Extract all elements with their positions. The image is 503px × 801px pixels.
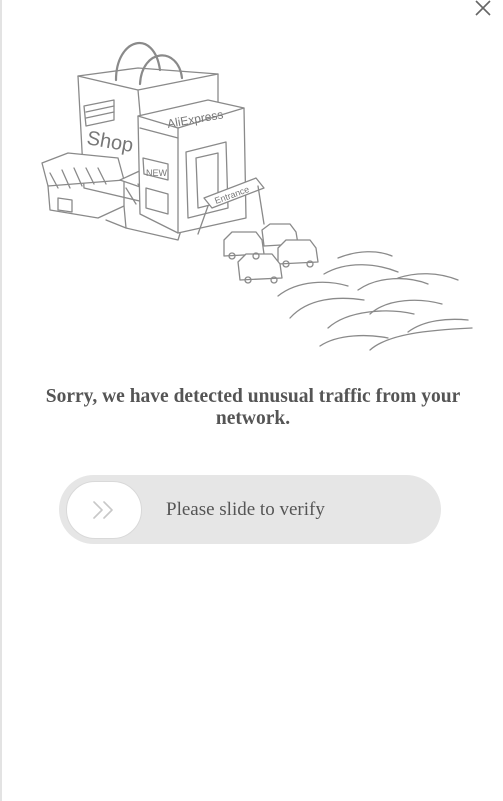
dialog-border — [0, 0, 2, 801]
verify-slider[interactable]: Please slide to verify — [59, 475, 441, 544]
shop-traffic-illustration: Shop AliExpress NEW Entrance — [41, 42, 473, 351]
close-button[interactable] — [472, 0, 494, 19]
double-chevron-right-icon — [93, 501, 113, 519]
slider-label: Please slide to verify — [166, 499, 325, 520]
slider-handle[interactable] — [66, 481, 142, 539]
unusual-traffic-message: Sorry, we have detected unusual traffic … — [45, 386, 461, 429]
close-icon — [475, 0, 491, 16]
new-sign: NEW — [146, 168, 168, 178]
